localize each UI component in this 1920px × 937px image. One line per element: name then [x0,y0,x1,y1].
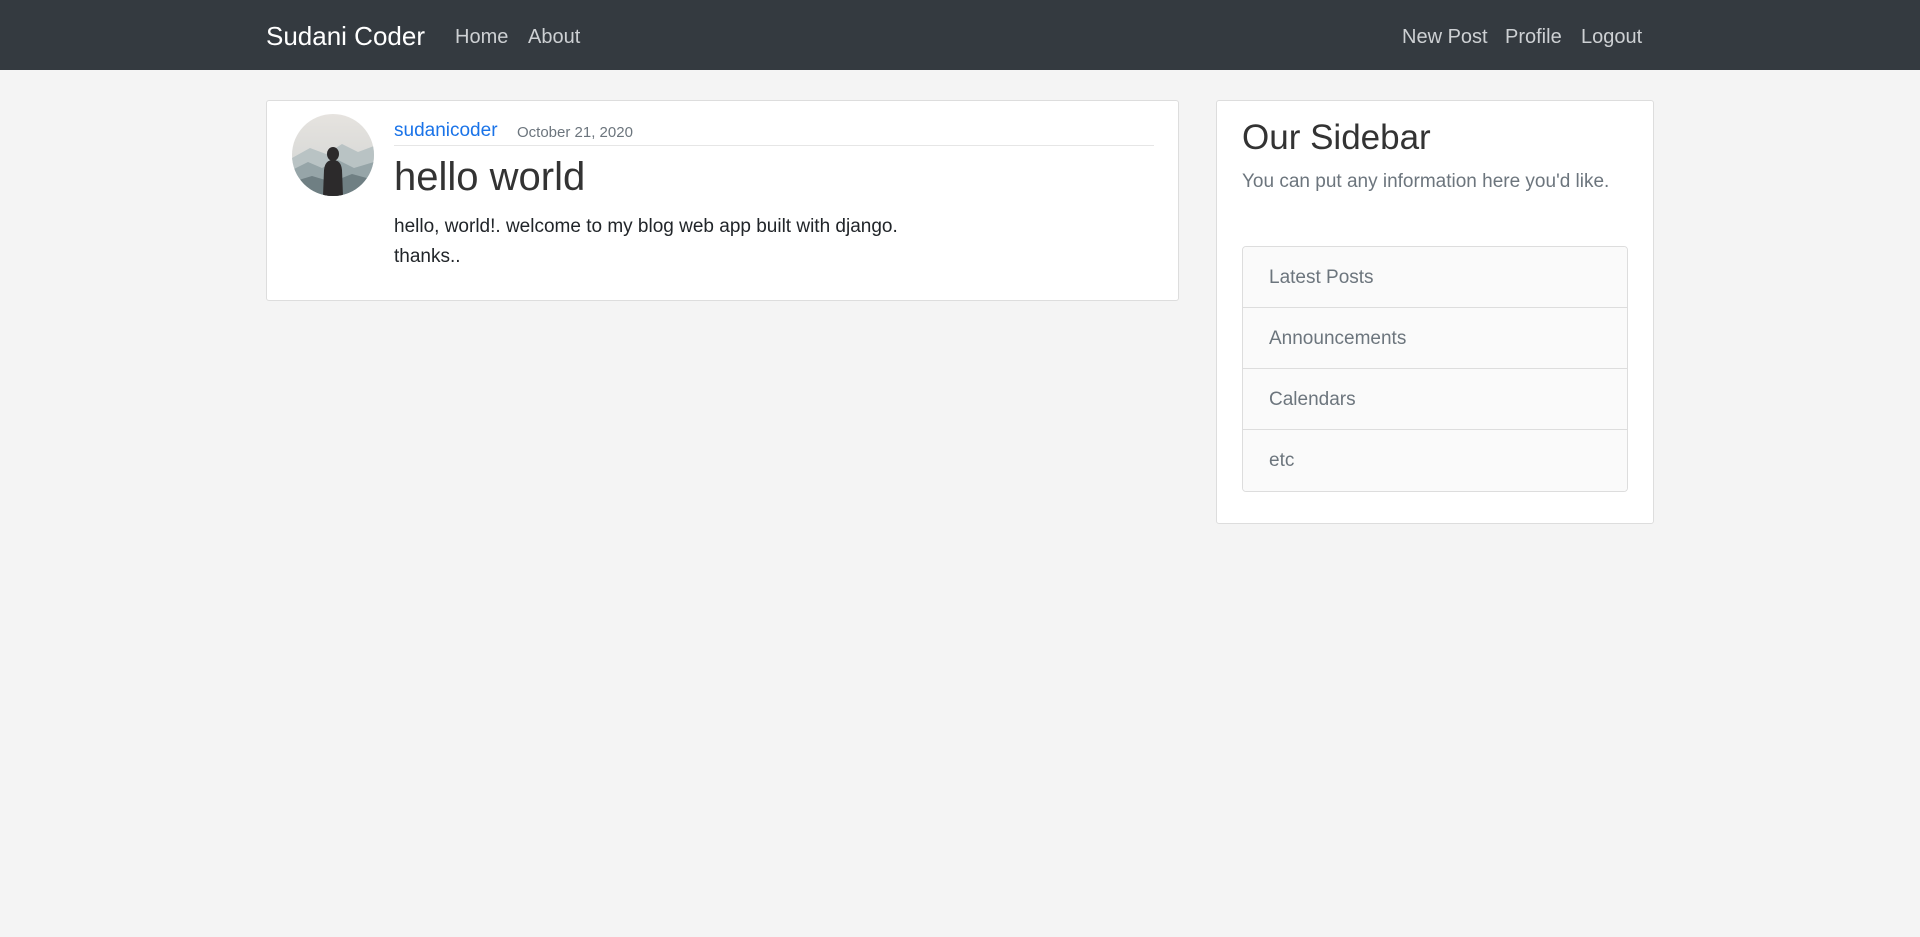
post-title-link[interactable]: hello world [394,153,585,201]
top-navbar: Sudani Coder Home About New Post Profile… [0,0,1920,70]
author-avatar [292,114,374,196]
sidebar-item-etc[interactable]: etc [1243,430,1627,491]
nav-profile-link[interactable]: Profile [1505,24,1562,50]
post-content-line: hello, world!. welcome to my blog web ap… [394,216,898,237]
post-content: hello, world!. welcome to my blog web ap… [394,212,1154,272]
post-date: October 21, 2020 [517,124,633,141]
sidebar-item-latest-posts[interactable]: Latest Posts [1243,247,1627,308]
post-author-link[interactable]: sudanicoder [394,119,498,143]
avatar-image [292,114,374,196]
sidebar-description: You can put any information here you'd l… [1242,171,1610,192]
sidebar-title: Our Sidebar [1242,118,1431,157]
post-card: sudanicoder October 21, 2020 hello world… [266,100,1179,301]
post-metadata: sudanicoder October 21, 2020 [394,119,1154,146]
sidebar-item-calendars[interactable]: Calendars [1243,369,1627,430]
sidebar: Our Sidebar You can put any information … [1216,100,1654,524]
nav-logout-link[interactable]: Logout [1581,24,1642,50]
nav-home-link[interactable]: Home [455,24,508,50]
sidebar-item-announcements[interactable]: Announcements [1243,308,1627,369]
nav-about-link[interactable]: About [528,24,580,50]
sidebar-list: Latest Posts Announcements Calendars etc [1242,246,1628,492]
post-content-line: thanks.. [394,246,461,267]
nav-new-post-link[interactable]: New Post [1402,24,1488,50]
brand-link[interactable]: Sudani Coder [266,20,425,52]
